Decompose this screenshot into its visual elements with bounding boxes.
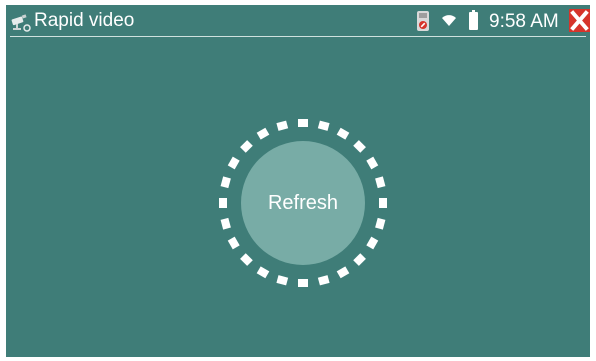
spinner-dot: [317, 275, 330, 286]
spinner-dot: [276, 120, 289, 131]
close-button[interactable]: [569, 9, 590, 32]
cctv-camera-icon: [11, 14, 31, 32]
spinner-dot: [317, 120, 330, 131]
wifi-icon: [442, 15, 456, 26]
spinner-dot: [256, 127, 270, 140]
spinner-dot: [336, 127, 350, 140]
battery-icon: [469, 10, 478, 30]
spinner-dot: [298, 119, 308, 127]
spinner-dot: [256, 266, 270, 279]
spinner-dot: [353, 140, 366, 153]
spinner-dot: [220, 217, 231, 230]
spinner-dot: [220, 176, 231, 189]
spinner-dot: [375, 176, 386, 189]
spinner-dot: [366, 156, 379, 170]
refresh-button[interactable]: Refresh: [241, 141, 365, 265]
title-bar: Rapid video 9:58 AM: [6, 5, 590, 37]
spinner-dot: [240, 140, 253, 153]
spinner-dot: [375, 217, 386, 230]
spinner-dot: [298, 279, 308, 287]
close-icon: [570, 10, 589, 31]
refresh-label: Refresh: [267, 192, 339, 214]
title-divider: [10, 36, 586, 37]
status-time: 9:58 AM: [489, 11, 559, 32]
app-title: Rapid video: [34, 10, 135, 31]
app-screen: Rapid video 9:58 AM Refresh: [6, 5, 590, 357]
spinner-dot: [240, 253, 253, 266]
spinner-dot: [276, 275, 289, 286]
spinner-dot: [366, 236, 379, 250]
spinner-dot: [353, 253, 366, 266]
spinner-dot: [227, 156, 240, 170]
storage-card-icon: [417, 11, 429, 31]
spinner-dot: [227, 236, 240, 250]
spinner-dot: [379, 198, 387, 208]
spinner-dot: [219, 198, 227, 208]
spinner-dot: [336, 266, 350, 279]
